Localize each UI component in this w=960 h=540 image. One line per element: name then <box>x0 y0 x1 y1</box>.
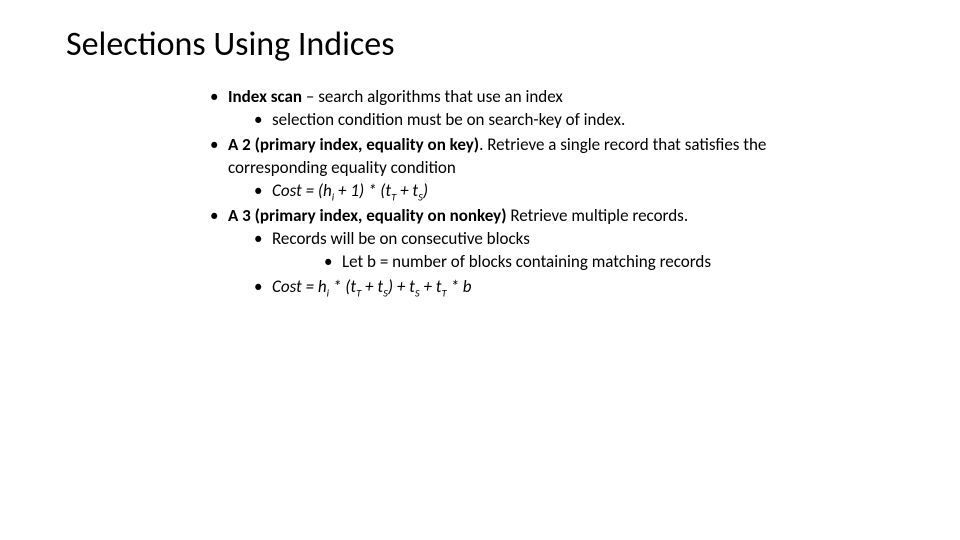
bullet-index-scan: Index scan – search algorithms that use … <box>210 86 860 132</box>
text: Cost = (h <box>272 180 332 201</box>
text-bold: A 2 (primary index, equality on key) <box>228 134 479 155</box>
slide: Selections Using Indices Index scan – se… <box>0 0 960 540</box>
cost-formula: Cost = hi * (tT + tS) + tS + tT * b <box>272 276 472 297</box>
cost-formula: Cost = (hi + 1) * (tT + tS) <box>272 180 428 201</box>
text: Records will be on consecutive blocks <box>272 228 530 249</box>
bullet-index-scan-sub: selection condition must be on search-ke… <box>254 109 860 132</box>
text: ) + t <box>388 276 415 297</box>
text-bold: Index scan <box>228 86 306 107</box>
text: Retrieve multiple records. <box>507 205 689 226</box>
text: * b <box>447 276 472 297</box>
bullet-a3-records: Records will be on consecutive blocks Le… <box>254 228 860 274</box>
text: Cost = h <box>272 276 327 297</box>
text: * (t <box>329 276 356 297</box>
slide-body: Index scan – search algorithms that use … <box>210 86 860 300</box>
bullet-a2: A 2 (primary index, equality on key). Re… <box>210 134 860 203</box>
bullet-a3-cost: Cost = hi * (tT + tS) + tS + tT * b <box>254 276 860 299</box>
bullet-a2-cost: Cost = (hi + 1) * (tT + tS) <box>254 180 860 203</box>
bullet-a3: A 3 (primary index, equality on nonkey) … <box>210 205 860 299</box>
text: ) <box>423 180 428 201</box>
text: + t <box>420 276 442 297</box>
text: Let b = number of blocks containing matc… <box>342 251 711 272</box>
text: – search algorithms that use an index <box>306 86 563 107</box>
text: + t <box>361 276 383 297</box>
text: + 1) * (t <box>334 180 391 201</box>
bullet-a3-letb: Let b = number of blocks containing matc… <box>324 251 860 274</box>
slide-title: Selections Using Indices <box>66 24 395 65</box>
text: selection condition must be on search-ke… <box>272 109 625 130</box>
text: + t <box>396 180 418 201</box>
text-bold: A 3 (primary index, equality on nonkey) <box>228 205 507 226</box>
